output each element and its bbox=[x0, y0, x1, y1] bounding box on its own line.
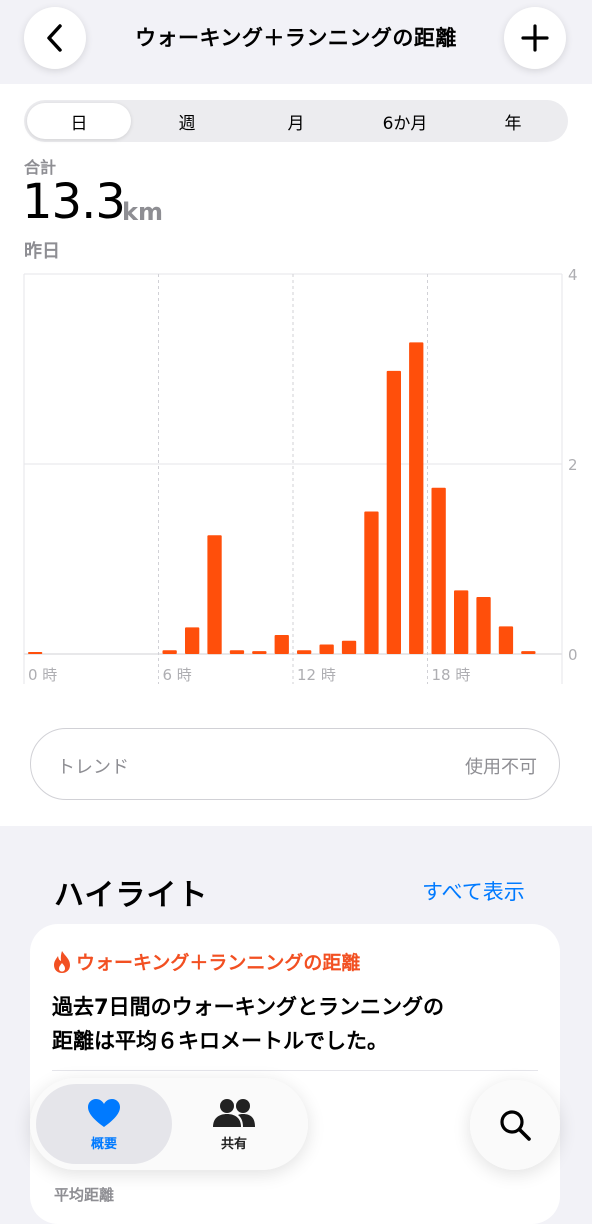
chart-y-tick-label: 4 bbox=[568, 266, 578, 284]
navigation-bar: ウォーキング＋ランニングの距離 bbox=[0, 0, 592, 84]
search-button[interactable] bbox=[470, 1080, 560, 1170]
tab-bar: 概要 共有 bbox=[30, 1078, 308, 1170]
chart-bar bbox=[431, 487, 446, 655]
highlights-title: ハイライト bbox=[54, 878, 209, 913]
segment-month[interactable]: 月 bbox=[244, 103, 348, 139]
chart-bar bbox=[409, 342, 424, 654]
segment-year[interactable]: 年 bbox=[461, 103, 565, 139]
chevron-left-icon bbox=[47, 24, 62, 52]
trend-value: 使用不可 bbox=[465, 757, 537, 778]
flame-icon bbox=[54, 950, 70, 973]
tab-summary[interactable]: 概要 bbox=[36, 1084, 172, 1164]
chart-bar bbox=[454, 590, 469, 654]
people-icon bbox=[213, 1098, 255, 1127]
chart-bar bbox=[229, 650, 245, 654]
chart-bar bbox=[252, 651, 267, 654]
show-all-link[interactable]: すべて表示 bbox=[422, 876, 525, 906]
total-unit: km bbox=[122, 198, 163, 226]
search-icon bbox=[500, 1110, 531, 1141]
highlight-card-title: ウォーキング＋ランニングの距離 bbox=[76, 952, 361, 974]
chart-bar bbox=[521, 651, 536, 654]
total-value: 13.3 bbox=[22, 174, 126, 230]
back-button[interactable] bbox=[24, 7, 86, 69]
highlight-card[interactable]: ウォーキング＋ランニングの距離 過去7日間のウォーキングとランニングの 距離は平… bbox=[30, 924, 560, 1224]
segment-week[interactable]: 週 bbox=[135, 103, 239, 139]
highlight-card-text: 過去7日間のウォーキングとランニングの 距離は平均６キロメートルでした。 bbox=[52, 990, 522, 1058]
segment-day[interactable]: 日 bbox=[27, 103, 131, 139]
chart-bar bbox=[364, 511, 379, 654]
segment-6-months[interactable]: 6か月 bbox=[353, 103, 457, 139]
highlight-card-line-2: 距離は平均６キロメートルでした。 bbox=[52, 1029, 388, 1053]
chart-bar bbox=[297, 650, 312, 654]
chart-bar bbox=[319, 644, 334, 654]
chart-bar bbox=[498, 626, 514, 654]
chart-x-tick-label: 18 時 bbox=[432, 666, 471, 684]
add-button[interactable] bbox=[504, 7, 566, 69]
chart-x-tick-label: 0 時 bbox=[28, 666, 57, 684]
period-segmented-control: 日 週 月 6か月 年 bbox=[24, 100, 568, 142]
trend-label: トレンド bbox=[57, 757, 129, 778]
highlight-card-header: ウォーキング＋ランニングの距離 bbox=[52, 948, 360, 975]
chart-x-tick-label: 12 時 bbox=[297, 666, 336, 684]
chart-bar bbox=[185, 627, 200, 654]
trend-row[interactable]: トレンド 使用不可 bbox=[30, 728, 560, 800]
plus-icon bbox=[521, 24, 549, 52]
chart-y-tick-label: 0 bbox=[568, 646, 578, 664]
chart-bar bbox=[341, 640, 357, 654]
chart-bar bbox=[386, 370, 401, 654]
divider bbox=[52, 1070, 538, 1071]
average-distance-label: 平均距離 bbox=[54, 1186, 115, 1204]
chart-bar bbox=[207, 535, 222, 655]
chart-y-tick-label: 2 bbox=[568, 456, 578, 474]
highlight-card-line-1: 過去7日間のウォーキングとランニングの bbox=[52, 995, 444, 1019]
distance-bar-chart[interactable]: 0 時 6 時 12 時 18 時 0 2 4 bbox=[0, 260, 592, 690]
tab-summary-label: 概要 bbox=[90, 1136, 117, 1152]
page-title: ウォーキング＋ランニングの距離 bbox=[135, 26, 457, 50]
chart-x-tick-label: 6 時 bbox=[163, 666, 192, 684]
chart-bar bbox=[476, 597, 491, 654]
heart-icon bbox=[88, 1098, 120, 1127]
tab-sharing[interactable]: 共有 bbox=[166, 1084, 302, 1164]
chart-bar bbox=[28, 652, 43, 654]
tab-sharing-label: 共有 bbox=[220, 1136, 247, 1152]
chart-bar bbox=[162, 650, 177, 654]
chart-bar bbox=[274, 635, 289, 654]
